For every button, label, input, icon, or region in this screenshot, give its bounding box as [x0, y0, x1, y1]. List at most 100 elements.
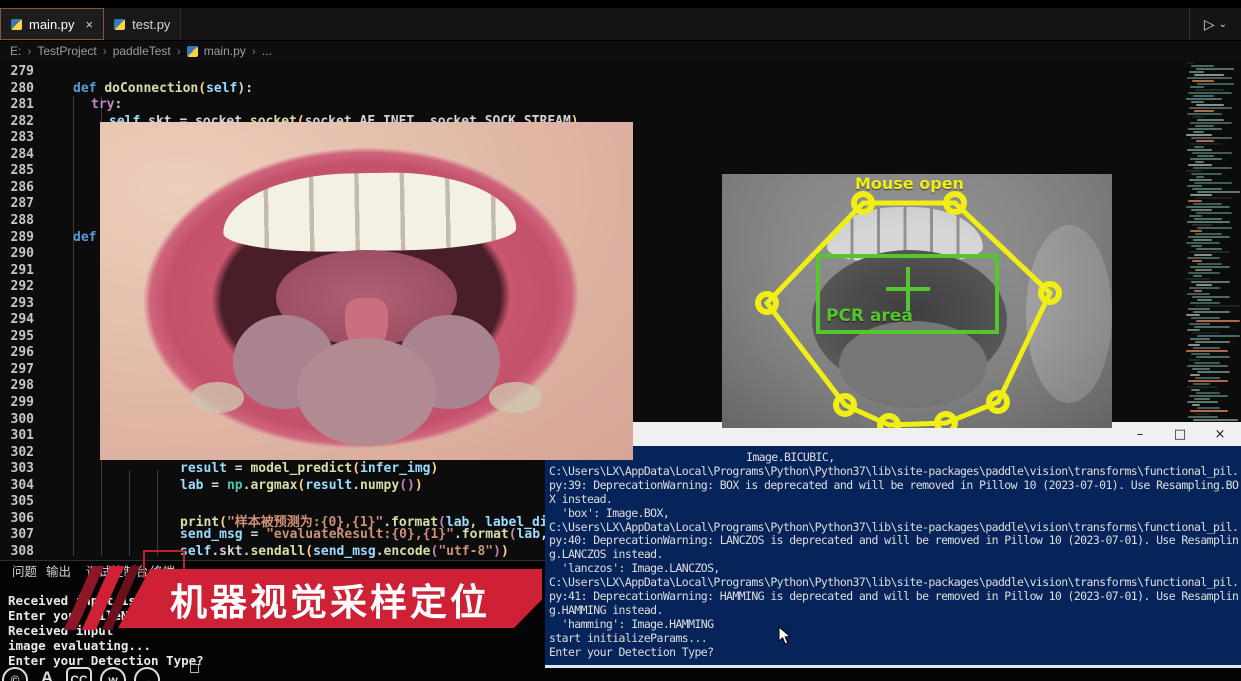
line-number: 298 — [0, 378, 34, 393]
minimap-row — [1187, 329, 1200, 331]
cursor-block — [190, 664, 199, 673]
code-token: "utf-8" — [438, 544, 493, 559]
minimap-row — [1189, 395, 1228, 397]
console-line: py:40: DeprecationWarning: LANCZOS is de… — [549, 534, 1237, 548]
console-line: 'box': Image.BOX, — [549, 507, 1237, 521]
minimap-row — [1186, 62, 1194, 64]
minimap-row — [1186, 98, 1222, 100]
minimap-row — [1187, 77, 1232, 79]
line-number: 296 — [0, 345, 34, 360]
code-token: argmax — [250, 478, 297, 493]
minimap-row — [1195, 269, 1212, 271]
console-line: start initializeParams... — [549, 632, 1237, 646]
minimap-row — [1190, 194, 1212, 196]
minimap-row — [1193, 95, 1214, 97]
minimap-row — [1194, 74, 1224, 76]
minimap-row — [1191, 389, 1200, 391]
minimap-row — [1193, 239, 1212, 241]
minimap-row — [1191, 137, 1232, 139]
watermark-icon: → — [134, 667, 160, 681]
grayscale-detection-image: Mouse open PCR area — [722, 174, 1112, 428]
console-line: py:41: DeprecationWarning: HAMMING is de… — [549, 590, 1237, 604]
breadcrumb-item[interactable]: ... — [262, 44, 272, 58]
minimap-row — [1188, 128, 1222, 130]
code-token: result — [305, 478, 352, 493]
breadcrumb-item[interactable]: paddleTest — [113, 44, 171, 58]
minimap-row — [1195, 377, 1220, 379]
minimap-row — [1196, 176, 1204, 178]
minimap-row — [1194, 182, 1232, 184]
chevron-down-icon[interactable]: ⌄ — [1219, 19, 1227, 30]
minimap-row — [1197, 191, 1240, 193]
console-line: 'lanczos': Image.LANCZOS, — [549, 562, 1237, 576]
code-token: . — [352, 478, 360, 493]
detection-label: Mouse open — [855, 174, 964, 193]
minimap-row — [1190, 158, 1222, 160]
line-number: 289 — [0, 230, 34, 245]
minimap-row — [1193, 347, 1220, 349]
line-number: 291 — [0, 263, 34, 278]
minimap-row — [1191, 245, 1202, 247]
code-token: send_msg — [180, 527, 243, 542]
minimap-row — [1197, 263, 1222, 265]
minimap-row — [1196, 392, 1220, 394]
code-token: = — [203, 478, 226, 493]
run-button[interactable]: ▷ — [1204, 16, 1215, 33]
line-number: 288 — [0, 213, 34, 228]
breadcrumb-item[interactable]: main.py — [204, 44, 246, 58]
minimap-row — [1191, 65, 1214, 67]
console-window: – □ × Image.BICUBIC, C:\Users\LX\AppData\… — [545, 422, 1241, 668]
breadcrumb-drive[interactable]: E: — [10, 44, 21, 58]
line-number: 284 — [0, 147, 34, 162]
minimap-row — [1194, 398, 1210, 400]
console-output[interactable]: Image.BICUBIC, C:\Users\LX\AppData\Local\… — [545, 446, 1241, 662]
tab-test-py[interactable]: test.py — [104, 8, 181, 40]
minimap-row — [1194, 362, 1220, 364]
tab-main-py[interactable]: main.py × — [0, 8, 104, 40]
minimap-row — [1195, 341, 1230, 343]
minimap-row — [1196, 284, 1212, 286]
minimap-row — [1189, 143, 1222, 145]
minimap-row — [1197, 407, 1220, 409]
close-button[interactable]: × — [1213, 427, 1227, 442]
minimap-row — [1192, 368, 1210, 370]
code-token: ( — [305, 544, 313, 559]
run-controls: ▷ ⌄ — [1189, 8, 1241, 40]
console-line: C:\Users\LX\AppData\Local\Programs\Pytho… — [549, 521, 1237, 535]
line-number: 279 — [0, 64, 34, 79]
close-icon[interactable]: × — [86, 17, 94, 32]
panel-tab-0[interactable]: 问题 — [12, 557, 37, 581]
code-token: lab — [180, 478, 203, 493]
minimap-row — [1195, 413, 1210, 415]
caption-text: 机器视觉采样定位 — [170, 572, 490, 626]
minimap-row — [1188, 164, 1212, 166]
console-line: Image.BICUBIC, — [549, 451, 1237, 465]
minimap-row — [1192, 188, 1222, 190]
minimap-row — [1192, 260, 1202, 262]
minimap-row — [1187, 221, 1230, 223]
watermark-icon: A — [36, 667, 58, 681]
line-number: 285 — [0, 163, 34, 178]
minimap-row — [1188, 380, 1228, 382]
breadcrumb-item[interactable]: TestProject — [37, 44, 96, 58]
minimap-row — [1194, 290, 1202, 292]
console-line: C:\Users\LX\AppData\Local\Programs\Pytho… — [549, 576, 1237, 590]
code-token: sendall — [250, 544, 305, 559]
terminal-line: image evaluating... — [8, 638, 151, 653]
terminal-line: Enter your Detection Type? — [8, 653, 204, 668]
code-token: ) — [430, 461, 438, 476]
minimap-row — [1196, 68, 1234, 70]
minimap-row — [1197, 335, 1240, 337]
minimap-row — [1197, 227, 1232, 229]
lower-teeth-right — [489, 382, 542, 412]
code-token: format — [462, 527, 509, 542]
maximize-button[interactable]: □ — [1173, 427, 1187, 442]
minimap-row — [1192, 80, 1214, 82]
panel-tab-1[interactable]: 输出 — [46, 557, 71, 581]
minimap-row — [1188, 92, 1232, 94]
code-token: try — [91, 97, 114, 112]
code-text: try: — [91, 97, 122, 112]
minimize-button[interactable]: – — [1133, 427, 1147, 442]
tab-label: test.py — [132, 17, 170, 32]
console-line: g.LANCZOS instead. — [549, 548, 1237, 562]
